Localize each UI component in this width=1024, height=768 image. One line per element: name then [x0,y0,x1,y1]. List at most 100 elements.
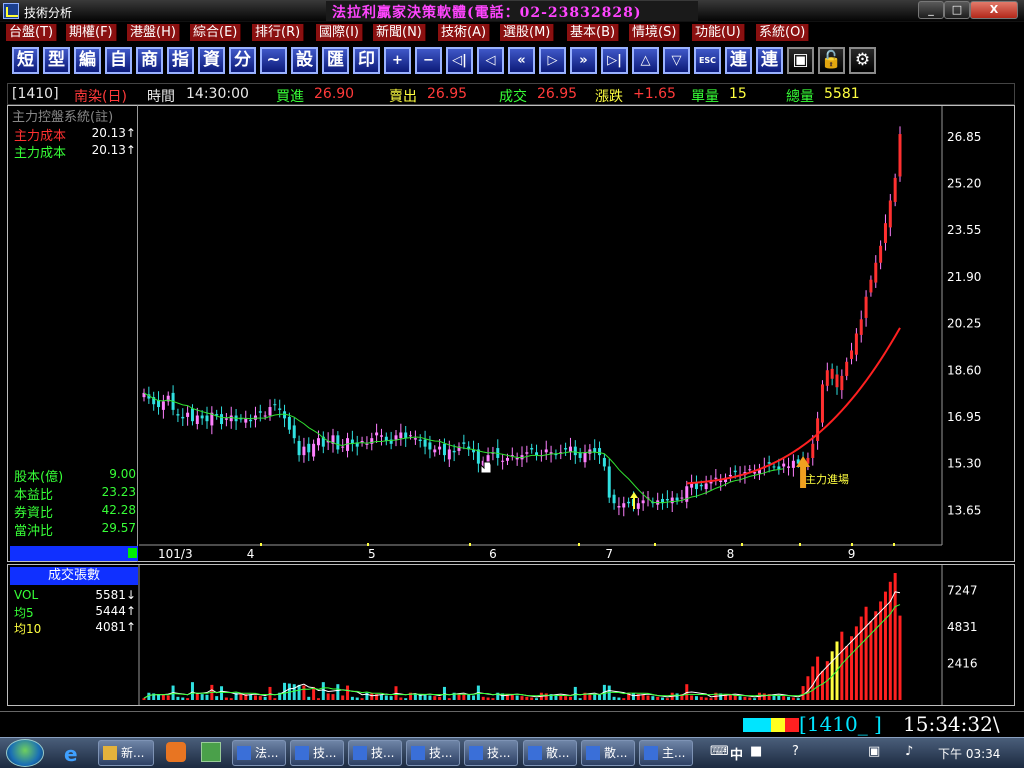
volume-bar [336,684,340,700]
volume-bar [384,695,388,700]
date-tick-mark [260,543,262,546]
gallery-icon[interactable] [201,742,221,762]
candle-body [176,414,180,416]
candle-body [622,503,626,508]
candle-body [544,449,548,453]
candle-body [811,443,815,458]
volume-bar [229,698,233,700]
taskbar-button-1[interactable]: 法... [232,740,286,766]
candle-body [835,374,839,388]
candle-body [486,455,490,463]
volume-bar [612,696,616,700]
candle-body [530,448,534,450]
candle-body [888,200,892,228]
date-tick-mark [851,543,853,546]
tray-clock[interactable]: 下午 03:34 [938,745,1000,762]
fullwidth-icon[interactable]: ■ [750,744,762,759]
volume-bar [263,696,267,700]
candle-body [505,457,509,461]
candle-body [229,415,233,422]
candle-body [316,438,320,446]
taskbar-button-5[interactable]: 技... [464,740,518,766]
candle-body [665,498,669,501]
candle-body [278,408,282,410]
start-button[interactable] [6,739,44,767]
ime-icon[interactable]: ⌨ [710,744,729,759]
ime-mode[interactable]: 中 [730,744,743,763]
taskbar-button-6[interactable]: 散... [523,740,577,766]
price-tick-label: 21.90 [947,270,981,284]
taskbar-button-label: 技... [313,746,337,760]
taskbar-button-4[interactable]: 技... [406,740,460,766]
status-swatch-red [785,718,799,732]
status-code-input[interactable]: [1410_ ] [799,712,882,736]
candle-body [423,439,427,447]
volume-bar [787,696,791,700]
candle-body [675,497,679,501]
taskbar-button-2[interactable]: 技... [290,740,344,766]
candle-body [670,497,674,504]
price-tick-label: 15.30 [947,457,981,471]
volume-bar [520,696,524,700]
volume-bar [515,695,519,700]
candle-body [728,474,732,477]
candle-body [418,439,422,441]
volume-bar [753,698,757,700]
candle-body [375,432,379,436]
media-player-icon[interactable] [166,742,186,762]
volume-bar [307,696,311,700]
taskbar-button-8[interactable]: 主... [639,740,693,766]
volume-bar [472,695,476,700]
volume-bar [321,682,325,700]
candle-body [161,401,165,410]
candle-body [224,418,228,420]
ie-icon[interactable]: e [64,742,84,766]
candle-body [258,411,262,413]
candle-body [767,462,771,464]
moving-average-line [143,392,784,504]
price-tick-label: 13.65 [947,503,981,517]
chart-canvas[interactable]: 26.85 25.20 23.55 21.90 20.25 18.60 16.95 15.30… [0,0,1024,711]
volume-bar [782,696,786,700]
candle-body [864,296,868,318]
candle-body [186,412,190,417]
candle-body [292,425,296,439]
candle-body [893,177,897,202]
taskbar-button-0[interactable]: 新... [98,740,154,766]
taskbar-button-label: 散... [546,746,570,760]
network-icon[interactable]: ▣ [868,744,880,759]
volume-bar [442,686,446,700]
volume-bar [462,694,466,700]
volume-bar [297,684,301,700]
volume-bar [341,695,345,700]
volume-bar [777,695,781,700]
volume-bar [864,606,868,700]
volume-bar [360,698,364,700]
taskbar-button-3[interactable]: 技... [348,740,402,766]
volume-bar [675,693,679,700]
candle-body [641,500,645,504]
volume-bar [350,696,354,700]
candle-body [200,415,204,419]
volume-bar [801,686,805,700]
volume-bar [665,698,669,700]
taskbar-button-7[interactable]: 散... [581,740,635,766]
candle-body [748,469,752,471]
candle-body [409,435,413,437]
volume-bar [326,693,330,700]
candle-body [438,446,442,450]
volume-bar [525,696,529,700]
date-tick-mark [469,543,471,546]
date-tick-mark [654,543,656,546]
status-swatch-cyan-2 [757,718,771,732]
taskbar-button-label: 法... [255,746,279,760]
candle-body [791,460,795,468]
taskbar-button-label: 新... [121,746,145,760]
candle-body [287,416,291,430]
volume-icon[interactable]: ♪ [905,744,913,759]
volume-bar [573,686,577,700]
volume-tick-label: 2416 [947,656,978,670]
taskbar-app-icon [237,746,251,760]
volume-bar [535,698,539,700]
help-icon[interactable]: ? [792,744,799,759]
